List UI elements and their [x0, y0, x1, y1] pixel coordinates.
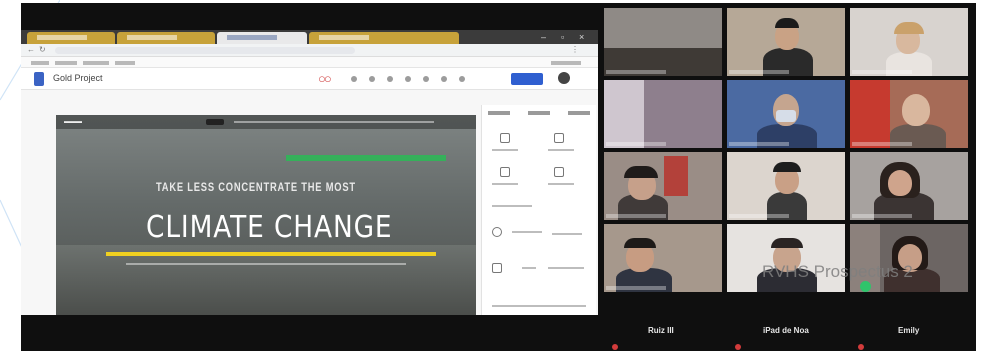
close-icon[interactable]: ×: [579, 33, 587, 42]
publish-button[interactable]: [511, 73, 543, 85]
site-nav: ▬▬▬: [56, 115, 476, 129]
participant-video[interactable]: [850, 80, 968, 148]
insert-panel: [481, 105, 596, 315]
panel-tab-pages[interactable]: [528, 111, 550, 115]
sites-logo-icon: [34, 72, 44, 86]
menu-icon[interactable]: ⋮: [571, 45, 579, 54]
back-icon[interactable]: ←: [27, 45, 35, 54]
participant-name: Emily: [898, 326, 920, 335]
reload-icon[interactable]: ↻: [39, 45, 46, 54]
participant-video[interactable]: [604, 224, 722, 292]
participant-video[interactable]: [604, 152, 722, 220]
collaborators-icon: ○○: [318, 71, 332, 86]
site-preview[interactable]: ▬▬▬ TAKE LESS CONCENTRATE THE MOST CLIMA…: [56, 115, 476, 315]
project-title[interactable]: Gold Project: [53, 73, 103, 83]
panel-tab-themes[interactable]: [568, 111, 590, 115]
layout-icon[interactable]: [492, 227, 502, 237]
site-subheading: TAKE LESS CONCENTRATE THE MOST: [156, 180, 356, 194]
button-icon[interactable]: [492, 263, 502, 273]
url-field[interactable]: [55, 47, 355, 54]
green-banner: [286, 155, 446, 161]
account-avatar[interactable]: [558, 72, 570, 84]
redo-icon[interactable]: [369, 76, 375, 82]
muted-icon: [612, 344, 618, 350]
bookmarks-bar: [21, 57, 598, 68]
preview-icon[interactable]: [387, 76, 393, 82]
link-icon[interactable]: [405, 76, 411, 82]
browser-tab-bar: – ▫ ×: [21, 30, 598, 44]
editor-header: Gold Project ○○: [21, 68, 598, 90]
muted-icon: [858, 344, 864, 350]
browser-tab-active[interactable]: [217, 32, 307, 44]
more-icon[interactable]: [459, 76, 465, 82]
site-headline: CLIMATE CHANGE: [146, 210, 393, 245]
participant-video[interactable]: [604, 80, 722, 148]
muted-icon: [735, 344, 741, 350]
browser-tab[interactable]: [309, 32, 459, 44]
address-bar[interactable]: ← ↻ ⋮: [21, 44, 598, 57]
participant-video[interactable]: [727, 8, 845, 76]
site-nav-active[interactable]: [206, 119, 224, 125]
embed-icon[interactable]: [500, 167, 510, 177]
images-icon[interactable]: [554, 133, 564, 143]
shared-screen: – ▫ × ← ↻ ⋮ Gold Project ○○ ▬▬▬ TAKE LES…: [21, 30, 598, 315]
participant-video[interactable]: [850, 152, 968, 220]
site-brand: ▬▬▬: [64, 119, 82, 125]
panel-tab-insert[interactable]: [488, 111, 510, 115]
participant-video[interactable]: [850, 8, 968, 76]
drive-icon[interactable]: [554, 167, 564, 177]
speaking-indicator-icon: [860, 281, 871, 292]
participant-video[interactable]: [727, 80, 845, 148]
participant-name: iPad de Noa: [763, 326, 809, 335]
minimize-icon[interactable]: –: [541, 33, 549, 42]
participant-video[interactable]: [604, 8, 722, 76]
participant-name: Ruiz III: [648, 326, 674, 335]
watermark: RVHS Prospectus 2: [762, 262, 913, 281]
yellow-divider: [106, 252, 436, 256]
browser-tab[interactable]: [117, 32, 215, 44]
screenshot: – ▫ × ← ↻ ⋮ Gold Project ○○ ▬▬▬ TAKE LES…: [0, 0, 989, 354]
site-nav-links[interactable]: [234, 121, 434, 123]
browser-tab[interactable]: [27, 32, 115, 44]
site-caption: [126, 263, 406, 265]
settings-icon[interactable]: [441, 76, 447, 82]
share-icon[interactable]: [423, 76, 429, 82]
textbox-icon[interactable]: [500, 133, 510, 143]
undo-icon[interactable]: [351, 76, 357, 82]
maximize-icon[interactable]: ▫: [561, 33, 569, 42]
participant-video[interactable]: [727, 152, 845, 220]
